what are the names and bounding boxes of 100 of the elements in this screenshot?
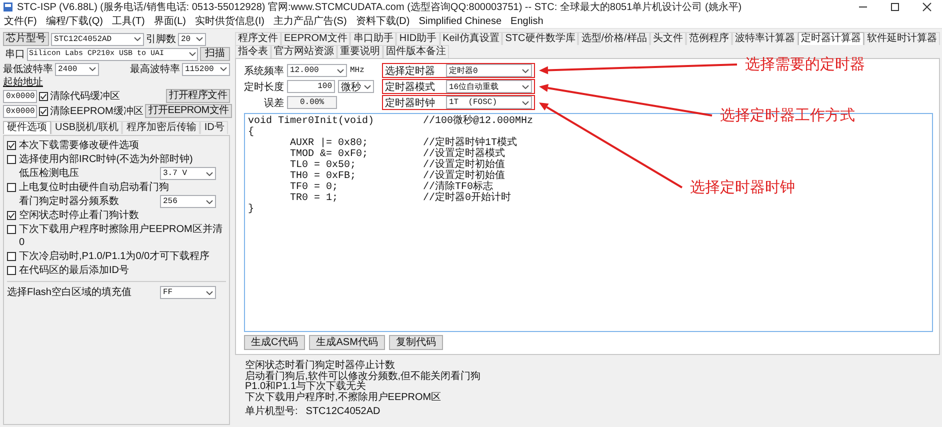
checkbox[interactable] (39, 92, 48, 100)
code-comment: //定时器0开始计时 (423, 193, 512, 204)
tab[interactable]: 选型/价格/样品 (578, 32, 650, 45)
address-field[interactable]: 0x0000 (3, 104, 37, 118)
tab[interactable]: 波特率计算器 (732, 32, 798, 45)
code-comment: //设置定时器模式 (423, 149, 506, 160)
caret-icon (522, 84, 529, 88)
menu-item[interactable]: 编程/下载(Q) (46, 14, 103, 28)
caret-icon (206, 200, 213, 204)
tab[interactable]: ID号 (200, 121, 228, 134)
duration-field[interactable]: 100 (287, 80, 335, 93)
checkbox[interactable] (7, 211, 16, 220)
chip-select[interactable]: STC12C4052AD (51, 32, 144, 46)
tab[interactable]: 指令表 (235, 45, 271, 58)
tab[interactable]: 官方网站资源 (271, 45, 337, 58)
tab[interactable]: 软件延时计算器 (864, 32, 940, 45)
checkbox[interactable] (39, 106, 48, 116)
tab[interactable]: EEPROM文件 (281, 32, 350, 45)
unit-select[interactable]: 微秒 (338, 80, 374, 93)
tab[interactable]: STC硬件数学库 (502, 32, 578, 45)
checkmark-icon (8, 142, 15, 149)
annotation-text: 选择需要的定时器 (745, 55, 865, 74)
option-label: 选择Flash空白区域的填充值 (7, 286, 132, 299)
option-select[interactable]: 3.7 V (160, 167, 216, 180)
caret-icon (522, 100, 529, 104)
menu-item[interactable]: Simplified Chinese (418, 16, 502, 26)
window-title: STC-ISP (V6.88L) (服务电话/销售电话: 0513-55012928) 官网:www.STCMCUDATA.com (选型咨询QQ:800003751) -- STC: 全球最大的8051单片机设计公司 (姚永平) (17, 0, 742, 14)
checkmark-icon (40, 108, 47, 114)
tab[interactable]: 范例程序 (686, 32, 732, 45)
menu-item[interactable]: 界面(L) (154, 14, 186, 28)
checkbox-label: 清除代码缓冲区 (50, 90, 121, 103)
caret-icon (134, 37, 141, 41)
button[interactable]: 生成ASM代码 (309, 335, 385, 350)
tab[interactable]: 串口助手 (350, 32, 396, 45)
menu-item[interactable]: 资料下载(D) (356, 14, 410, 28)
timer-select[interactable]: 定时器0 (446, 64, 532, 77)
caret-icon (337, 68, 344, 72)
tab[interactable]: 头文件 (650, 32, 686, 45)
log-line: 启动看门狗后,软件可以修改分频数,但不能关闭看门狗 (245, 372, 482, 382)
address-field[interactable]: 0x0000 (3, 90, 37, 102)
tab[interactable]: 重要说明 (337, 45, 383, 58)
checkbox[interactable] (7, 252, 16, 261)
code-text: void Timer0Init(void) (248, 116, 376, 127)
frequency-select[interactable]: 12.000 (287, 64, 347, 77)
tab[interactable]: 程序文件 (235, 32, 281, 45)
button[interactable]: 生成C代码 (244, 335, 306, 350)
log-line: 下次下载用户程序时,不擦除用户EEPROM区 (245, 392, 442, 403)
code-text: TH0 = 0xFB; (289, 171, 358, 182)
code-comment: //100微秒@12.000MHz (423, 116, 534, 127)
menu-item[interactable]: 实时供货信息(I) (195, 14, 264, 28)
button[interactable]: 芯片型号 (3, 32, 49, 46)
pins-select[interactable]: 20 (178, 32, 206, 46)
tab[interactable]: 硬件选项 (3, 121, 51, 134)
caret-icon (89, 67, 96, 71)
tab[interactable]: Keil仿真设置 (440, 32, 502, 45)
error-readout: 0.00% (287, 96, 337, 109)
checkbox-label: 在代码区的最后添加ID号 (19, 264, 129, 277)
tab[interactable]: 程序加密后传输 (122, 121, 200, 134)
checkbox[interactable] (7, 155, 16, 164)
option-select[interactable]: FF (160, 286, 216, 299)
baud-label: 最低波特率 (3, 62, 53, 76)
code-comment: //定时器时钟1T模式 (423, 138, 518, 149)
field-label: 选择定时器 (385, 64, 436, 78)
option-select[interactable]: 256 (160, 195, 216, 208)
timer-select[interactable]: 1T (FOSC) (446, 96, 532, 109)
caret-icon (196, 37, 203, 41)
tab[interactable]: 定时器计算器 (798, 32, 864, 45)
menu-item[interactable]: 文件(F) (4, 14, 37, 28)
code-text: TF0 = 0; (289, 182, 340, 193)
tab[interactable]: 固件版本备注 (383, 45, 449, 58)
menu-item[interactable]: English (510, 16, 544, 26)
checkbox-label: 清除EEPROM缓冲区 (50, 104, 144, 118)
baud-select[interactable]: 2400 (55, 62, 99, 76)
menu-item[interactable]: 主力产品广告(S) (273, 14, 347, 28)
caret-icon (189, 52, 196, 56)
checkbox[interactable] (7, 266, 16, 275)
button[interactable]: 打开EEPROM文件 (145, 104, 232, 118)
button[interactable]: 扫描 (200, 47, 230, 61)
code-comment: //设置定时初始值 (423, 160, 506, 171)
checkbox[interactable] (7, 183, 16, 192)
checkbox[interactable] (7, 225, 16, 234)
tab[interactable]: HID助手 (396, 32, 440, 45)
checkbox-label: 本次下载需要修改硬件选项 (19, 139, 139, 152)
field-label: 定时长度 (244, 80, 284, 94)
menu-item[interactable]: 工具(T) (112, 14, 145, 28)
timer-select[interactable]: 16位自动重载 (446, 80, 532, 93)
maximize-icon (890, 2, 900, 12)
button[interactable]: 复制代码 (388, 335, 443, 350)
baud-select[interactable]: 115200 (182, 62, 230, 76)
checkbox[interactable] (7, 141, 16, 150)
tab[interactable]: USB脱机/联机 (51, 121, 122, 134)
code-text: { (248, 127, 256, 138)
caret-icon (206, 290, 213, 294)
field-label: 定时器模式 (385, 80, 436, 94)
button[interactable]: 打开程序文件 (166, 89, 230, 103)
code-text: TL0 = 0x50; (289, 160, 358, 171)
unit-label: MHz (350, 66, 364, 75)
code-comment: //清除TF0标志 (423, 182, 494, 193)
code-text: AUXR |= 0x80; (289, 138, 370, 149)
caret-icon (220, 67, 227, 71)
